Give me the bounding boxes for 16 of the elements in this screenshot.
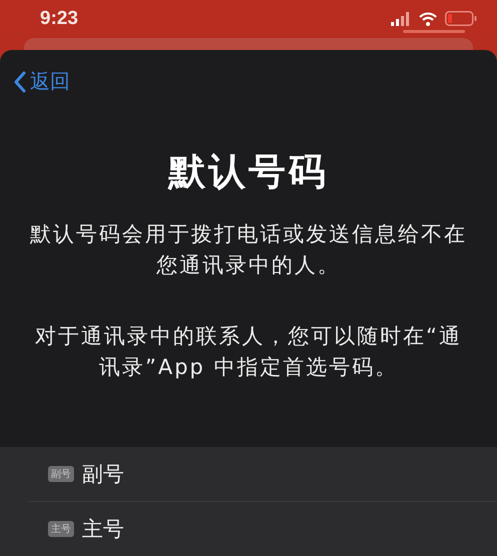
description-text: 对于通讯录中的联系人，您可以随时在“通讯录”App 中指定首选号码。: [34, 323, 463, 381]
status-time: 9:23: [40, 8, 78, 30]
option-label: 主号: [82, 516, 124, 543]
line-badge: 主号: [48, 521, 74, 537]
line-badge: 副号: [48, 466, 74, 482]
number-option[interactable]: 主号 主号: [28, 501, 497, 556]
back-button[interactable]: 返回: [0, 50, 84, 95]
chevron-left-icon: [14, 70, 26, 92]
option-label: 副号: [82, 461, 124, 488]
status-underline: [403, 30, 465, 33]
signal-icon: [391, 12, 411, 26]
description-text: 默认号码会用于拨打电话或发送信息给不在您通讯录中的人。: [29, 221, 468, 279]
wifi-icon: [419, 12, 437, 26]
number-option[interactable]: 副号 副号: [0, 447, 497, 501]
battery-icon: [445, 11, 477, 26]
page-title: 默认号码: [166, 149, 330, 195]
